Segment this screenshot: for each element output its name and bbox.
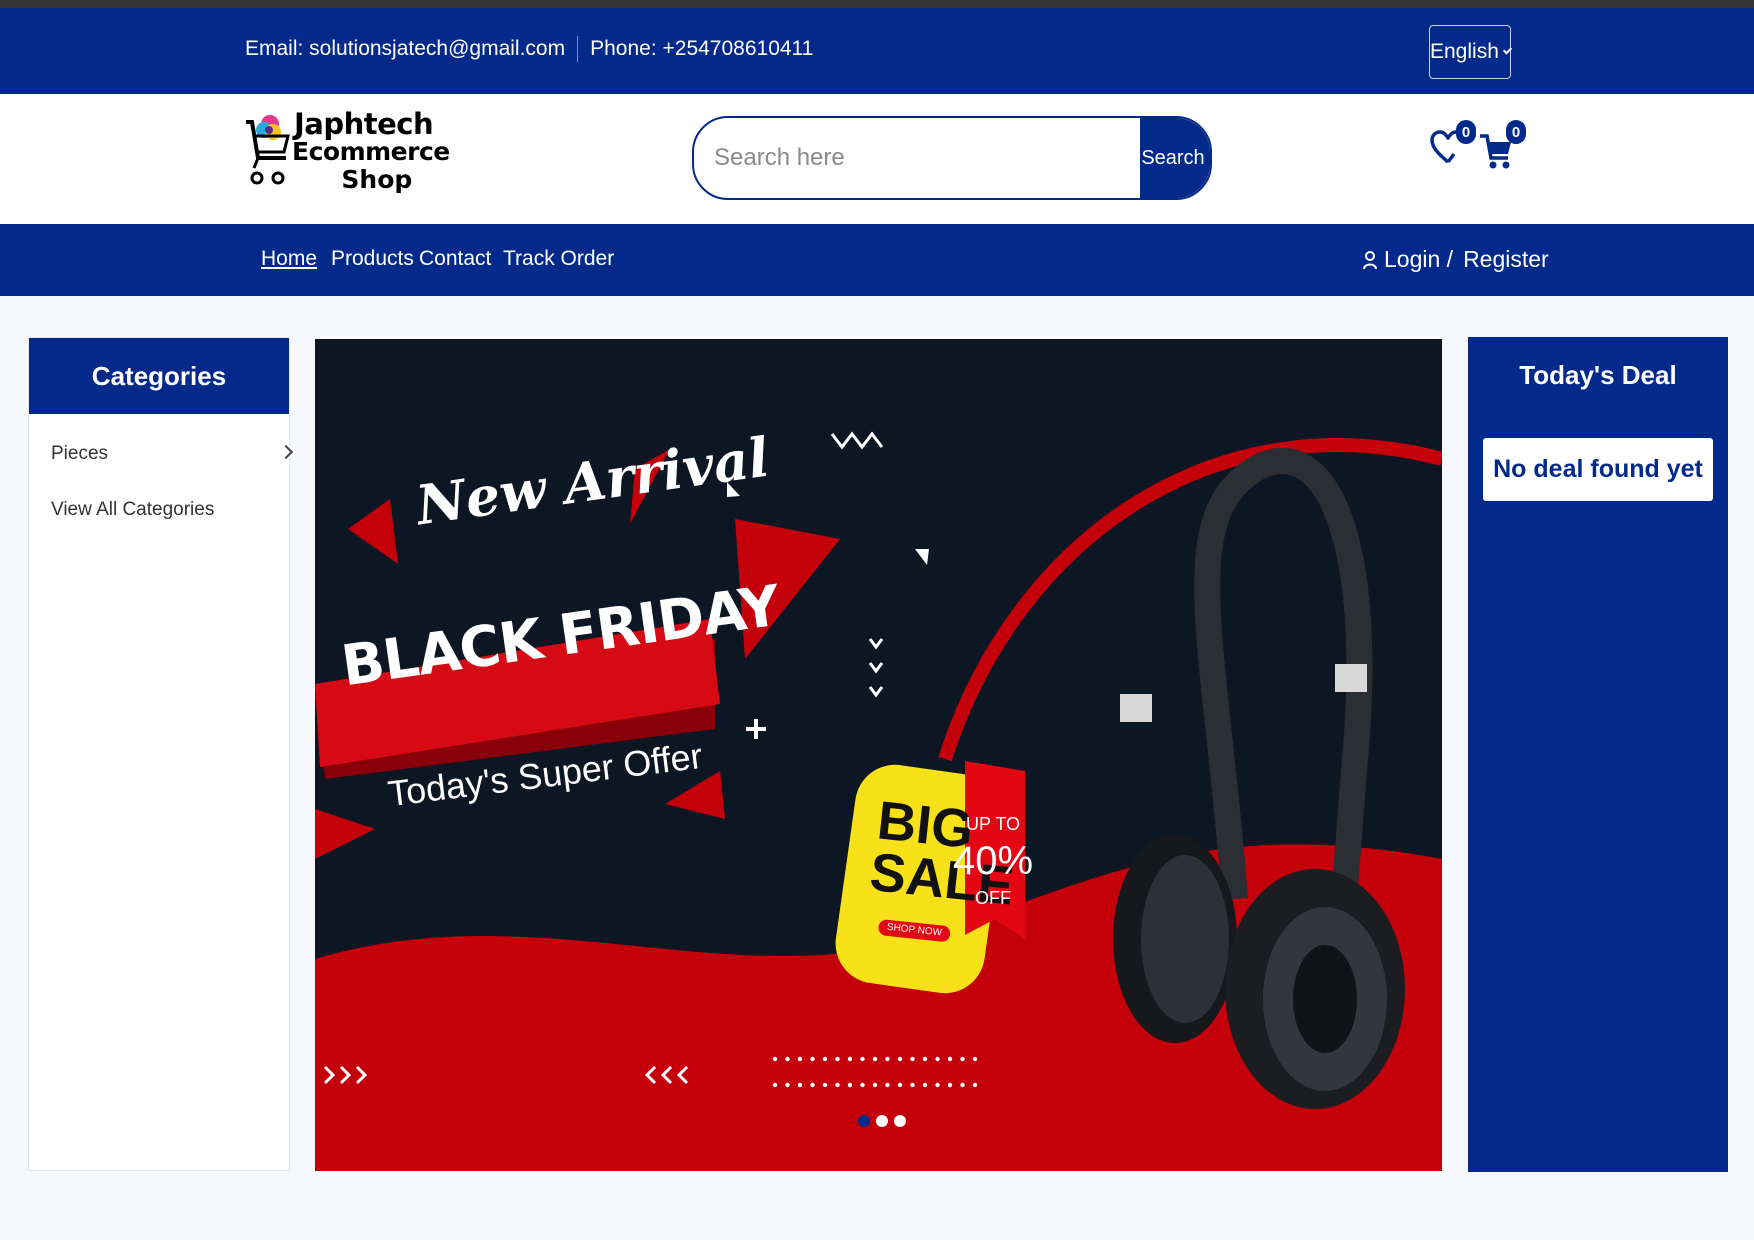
pattern-dot	[960, 1056, 965, 1062]
pattern-dot	[897, 1082, 903, 1088]
hero-banner[interactable]: New Arrival BLACK FRIDAY Today's Super O…	[315, 339, 1442, 1171]
search-input[interactable]	[694, 118, 1140, 198]
pattern-dot	[822, 1056, 828, 1062]
site-logo[interactable]: Japhtech Ecommerce Shop	[244, 106, 450, 206]
pattern-dot	[885, 1082, 890, 1088]
pattern-dot	[922, 1056, 928, 1062]
cart-button[interactable]: 0	[1478, 120, 1526, 169]
user-icon	[1363, 250, 1377, 269]
nav-track-order[interactable]: Track Order	[503, 247, 614, 271]
brand-line-3: Shop	[341, 165, 413, 194]
pattern-dot	[847, 1056, 853, 1062]
contact-email: Email: solutionsjatech@gmail.com	[245, 37, 566, 60]
pattern-dot	[972, 1056, 978, 1062]
pattern-dot	[872, 1056, 878, 1062]
carousel-indicators	[858, 1115, 906, 1127]
wishlist-button[interactable]: 0	[1428, 120, 1476, 168]
categories-panel: Categories Pieces View All Categories	[28, 337, 294, 1171]
cart-logo-icon	[246, 115, 290, 185]
auth-links: Login / Register	[1362, 246, 1549, 273]
contact-phone: Phone: +254708610411	[590, 37, 814, 60]
nav-contact[interactable]: Contact	[419, 247, 491, 271]
contact-info: Email: solutionsjatech@gmail.com Phone: …	[245, 36, 813, 62]
nav-home[interactable]: Home	[261, 247, 317, 271]
ribbon-off: OFF	[975, 888, 1011, 908]
pattern-dot	[910, 1056, 915, 1062]
pattern-dot	[860, 1082, 865, 1088]
pattern-dot	[897, 1056, 903, 1062]
pattern-dot	[772, 1056, 778, 1062]
pattern-dot	[935, 1056, 940, 1062]
pattern-dot	[910, 1082, 915, 1088]
pattern-dot	[860, 1056, 865, 1062]
brand-name: Japhtech Ecommerce Shop	[292, 107, 450, 194]
carousel-dot-2[interactable]	[876, 1115, 888, 1127]
pattern-dot	[935, 1082, 940, 1088]
nav-products[interactable]: Products	[331, 247, 414, 271]
register-link[interactable]: Register	[1463, 246, 1549, 273]
search-button[interactable]: Search	[1140, 118, 1210, 198]
todays-deal-panel: Today's Deal No deal found yet	[1468, 337, 1728, 1172]
chevron-right-icon	[278, 444, 294, 460]
deal-title: Today's Deal	[1519, 359, 1677, 390]
pattern-dot	[885, 1056, 890, 1062]
login-link[interactable]: Login /	[1384, 246, 1453, 273]
category-item-view-all[interactable]: View All Categories	[51, 499, 214, 521]
carousel-dot-1[interactable]	[858, 1115, 870, 1127]
pattern-dot	[960, 1082, 965, 1088]
search-form: Search	[692, 116, 1212, 200]
category-label: View All Categories	[51, 499, 215, 520]
language-select[interactable]: English	[1429, 25, 1513, 79]
pattern-dot	[822, 1082, 828, 1088]
ribbon-percent: 40%	[953, 839, 1034, 883]
divider	[577, 36, 579, 62]
pattern-dot	[847, 1082, 853, 1088]
pattern-dot	[785, 1056, 790, 1062]
pattern-dot	[797, 1056, 803, 1062]
pattern-dot	[772, 1082, 778, 1088]
pattern-dot	[922, 1082, 928, 1088]
pattern-dot	[785, 1082, 790, 1088]
top-contact-bar: Email: solutionsjatech@gmail.com Phone: …	[0, 8, 1754, 94]
pattern-dot	[810, 1082, 815, 1088]
chevron-down-icon	[1502, 45, 1513, 55]
carousel-dot-3[interactable]	[894, 1115, 906, 1127]
deal-empty-message: No deal found yet	[1483, 438, 1713, 501]
cart-count-badge: 0	[1506, 120, 1526, 144]
language-value: English	[1430, 40, 1499, 63]
pattern-dot	[810, 1056, 815, 1062]
ribbon-upto: UP TO	[965, 814, 1021, 834]
brand-line-2: Ecommerce	[292, 137, 450, 166]
wishlist-count-badge: 0	[1456, 120, 1476, 144]
pattern-dot	[947, 1082, 953, 1088]
pattern-dot	[797, 1082, 803, 1088]
shop-now-tag: SHOP NOW	[878, 919, 951, 943]
category-item-pieces[interactable]: Pieces	[51, 443, 294, 465]
brand-line-1: Japhtech	[294, 107, 434, 141]
pattern-dot	[835, 1056, 840, 1062]
main-nav: Home Products Contact Track Order Login …	[0, 224, 1754, 296]
window-top-edge	[0, 0, 1754, 8]
category-label: Pieces	[51, 443, 109, 464]
pattern-dot	[947, 1056, 953, 1062]
discount-ribbon: UP TO 40% OFF	[953, 814, 1033, 909]
pattern-dot	[972, 1082, 978, 1088]
pattern-dot	[872, 1082, 878, 1088]
site-header: Japhtech Ecommerce Shop Search 0 0	[0, 94, 1754, 224]
pattern-dot	[835, 1082, 840, 1088]
categories-title: Categories	[29, 338, 289, 414]
